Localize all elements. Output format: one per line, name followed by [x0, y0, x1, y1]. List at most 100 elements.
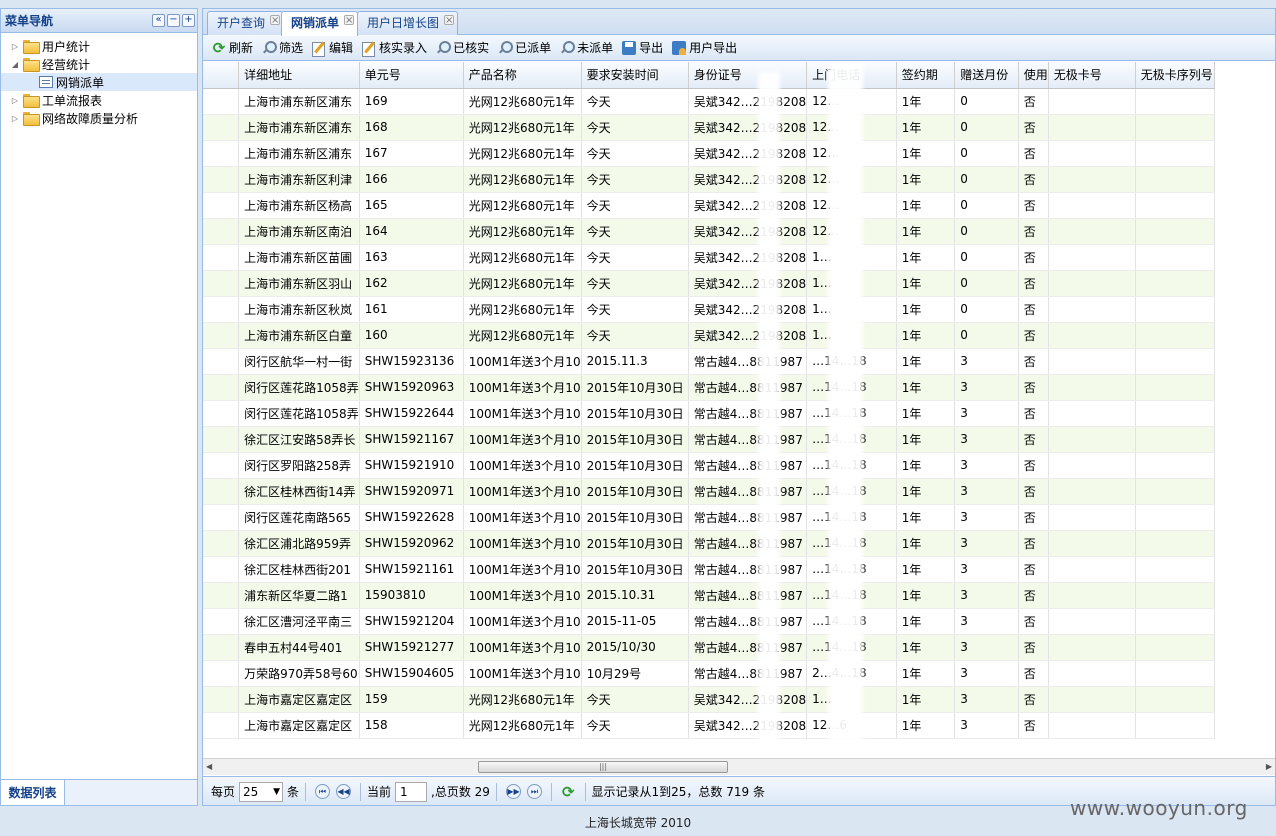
column-header[interactable]: 产品名称 [463, 62, 582, 89]
table-row[interactable]: 店上海市浦东新区利津166光网12兆680元1年今天吴斌342…2198208 1… [203, 166, 1216, 193]
pager-separator [584, 782, 586, 801]
table-cell: 1年 [896, 608, 956, 635]
tab-3[interactable]: 用户日增长图 × [357, 11, 459, 35]
expand-all-icon[interactable]: + [182, 14, 195, 27]
table-row[interactable]: 四村徐汇区漕河泾平南三SHW15921204100M1年送3个月102015-1… [203, 608, 1216, 635]
toolbar-button-5[interactable]: 已核实 [433, 37, 493, 59]
table-row[interactable]: 店浦东新区华夏二路115903810100M1年送3个月102015.10.31… [203, 582, 1216, 609]
scroll-left-icon[interactable]: ◀ [206, 762, 212, 771]
collapsed-arrow-icon[interactable]: ▷ [9, 96, 21, 105]
table-row[interactable]: 洲1期上海市浦东新区白童160光网12兆680元1年今天吴斌342…219820… [203, 322, 1216, 349]
collapse-all-icon[interactable]: − [167, 14, 180, 27]
table-cell: 1年 [896, 504, 956, 531]
table-row[interactable]: 店公寓上海市浦东新区浦东167光网12兆680元1年今天吴斌342…219820… [203, 140, 1216, 167]
table-cell: 常古越4…8811987 [688, 582, 808, 609]
column-header[interactable]: 单元号 [359, 62, 464, 89]
table-cell: 3 [954, 634, 1019, 661]
column-header[interactable]: 详细地址 [238, 62, 360, 89]
last-page-icon[interactable]: ⏭ [526, 784, 542, 799]
previous-page-icon[interactable]: ◀◀ [336, 784, 352, 799]
current-page-input[interactable]: 1 [395, 781, 428, 802]
table-row[interactable]: 邸二期上海市浦东新区杨高165光网12兆680元1年今天吴斌342…219820… [203, 192, 1216, 219]
column-header[interactable]: 无极卡序列号 [1135, 62, 1216, 89]
table-cell: 2015/10/30 [581, 634, 689, 661]
column-header[interactable]: 要求安装时间 [581, 62, 689, 89]
collapsed-arrow-icon[interactable]: ▷ [9, 114, 21, 123]
table-cell [1048, 686, 1136, 713]
table-row[interactable]: 万荣路970弄58号60 SHW15904605 100M1年送3个月10 10月29… [203, 660, 1216, 687]
table-row[interactable]: 寓上海市浦东新区南泊164光网12兆680元1年今天吴斌342…2198208 1… [203, 218, 1216, 245]
tree-node[interactable]: ▷ 网络故障质量分析 [1, 109, 197, 127]
toolbar-button-1[interactable]: ⟳ 刷新 [209, 37, 257, 59]
close-tab-icon[interactable]: × [444, 15, 455, 26]
table-cell: 吴斌342…2198208 [688, 686, 808, 713]
table-row[interactable]: 晨园闵行区莲花路1058弄SHW15920963100M1年送3个月102015… [203, 374, 1216, 401]
tree-node[interactable]: ◢ 经营统计 [1, 55, 197, 73]
table-row[interactable]: 徐汇区桂林西街201 SHW15921161 100M1年送3个月10 2015年10… [203, 556, 1216, 583]
close-tab-icon[interactable]: × [344, 15, 355, 26]
table-row[interactable]: 店公寓上海市浦东新区浦东168光网12兆680元1年今天吴斌342…219820… [203, 114, 1216, 141]
tree-node[interactable]: ▷ 用户统计 [1, 37, 197, 55]
table-cell: 2015年10月30日 [581, 556, 689, 583]
table-row[interactable]: 徐汇区江安路58弄长 SHW15921167 100M1年送3个月10 2015年10… [203, 426, 1216, 453]
table-row[interactable]: 店上海市浦东新区苗圃163光网12兆680元1年今天吴斌342…2198208 1… [203, 244, 1216, 271]
column-header[interactable]: 赠送月份 [954, 62, 1019, 89]
table-row[interactable]: 晨园闵行区莲花路1058弄SHW15922644100M1年送3个月102015… [203, 400, 1216, 427]
first-page-icon[interactable]: ⏮ [315, 784, 331, 799]
column-header[interactable]: 区 [203, 62, 240, 89]
table-cell [1135, 452, 1216, 479]
table-cell: SHW15920962 [359, 530, 464, 557]
tab-2[interactable]: 网销派单 × [281, 11, 359, 36]
expanded-arrow-icon[interactable]: ◢ [9, 60, 21, 69]
data-list-tab[interactable]: 数据列表 [1, 780, 65, 805]
table-cell: 100M1年送3个月10 [463, 374, 582, 401]
table-cell: 晨园 [203, 374, 240, 401]
collapsed-arrow-icon[interactable]: ▷ [9, 42, 21, 51]
collapse-panel-icon[interactable]: « [152, 14, 165, 27]
tree-node[interactable]: ▷ 工单流报表 [1, 91, 197, 109]
table-cell: SHW15922628 [359, 504, 464, 531]
table-row[interactable]: 徐汇区桂林西街14弄 SHW15920971 100M1年送3个月10 2015年10… [203, 478, 1216, 505]
table-row[interactable]: 村闵行区罗阳路258弄SHW15921910100M1年送3个月102015年1… [203, 452, 1216, 479]
column-header[interactable]: 使用 [1018, 62, 1049, 89]
tab-1[interactable]: 开户查询 × [207, 11, 285, 35]
table-cell: 洲1期 [203, 322, 240, 349]
table-cell [1135, 582, 1216, 609]
tree-node[interactable]: 网销派单 [1, 73, 197, 91]
table-cell [1048, 530, 1136, 557]
per-page-select[interactable]: 25 ▼ [239, 781, 284, 802]
toolbar-button-8[interactable]: 导出 [619, 37, 667, 59]
toolbar-button-2[interactable]: 筛选 [259, 37, 307, 59]
horizontal-scrollbar[interactable]: ◀ ||| ▶ [203, 758, 1275, 775]
table-row[interactable]: 上海市浦东新区浦东 169 光网12兆680元1年 今天 吴斌342…2198208 12… [203, 88, 1216, 115]
column-header[interactable]: 身份证号 [688, 62, 808, 89]
table-row[interactable]: 小区上海市嘉定区嘉定区158光网12兆680元1年今天吴斌342…2198208… [203, 712, 1216, 739]
scrollbar-thumb[interactable]: ||| [478, 761, 728, 773]
toolbar-button-label: 核实录入 [379, 41, 428, 55]
table-row[interactable]: 亭上海市嘉定区嘉定区159光网12兆680元1年今天吴斌342…2198208 1… [203, 686, 1216, 713]
table-row[interactable]: 店上海市浦东新区羽山162光网12兆680元1年今天吴斌342…2198208 1… [203, 270, 1216, 297]
column-header[interactable]: 签约期 [896, 62, 956, 89]
column-header[interactable]: 无极卡号 [1048, 62, 1136, 89]
table-cell [203, 530, 240, 557]
table-cell [1048, 556, 1136, 583]
table-cell: 100M1年送3个月10 [463, 478, 582, 505]
table-row[interactable]: 洲4期上海市浦东新区秋岚161光网12兆680元1年今天吴斌342…219820… [203, 296, 1216, 323]
toolbar-button-7[interactable]: 未派单 [557, 37, 617, 59]
table-cell: 2015-11-05 [581, 608, 689, 635]
table-row[interactable]: 四村闵行区莲花南路565SHW15922628100M1年送3个月102015年… [203, 504, 1216, 531]
close-tab-icon[interactable]: × [270, 15, 281, 26]
next-page-icon[interactable]: ▶▶ [505, 784, 521, 799]
table-cell: 167 [359, 140, 464, 167]
table-cell: 159 [359, 686, 464, 713]
table-row[interactable]: 徐汇区浦北路959弄 SHW15920962 100M1年送3个月10 2015年10… [203, 530, 1216, 557]
toolbar-button-6[interactable]: 已派单 [495, 37, 555, 59]
toolbar-button-4[interactable]: 核实录入 [359, 37, 431, 59]
table-row[interactable]: 村春申五村44号401SHW15921277100M1年送3个月102015/1… [203, 634, 1216, 661]
table-cell: 光网12兆680元1年 [463, 218, 582, 245]
table-row[interactable]: 村一街坊闵行区航华一村一街SHW15923136100M1年送3个月102015… [203, 348, 1216, 375]
pager-refresh-icon[interactable]: ⟳ [562, 783, 575, 801]
toolbar-button-3[interactable]: 编辑 [309, 37, 357, 59]
toolbar-button-9[interactable]: 用户导出 [669, 37, 741, 59]
scroll-right-icon[interactable]: ▶ [1266, 762, 1272, 771]
